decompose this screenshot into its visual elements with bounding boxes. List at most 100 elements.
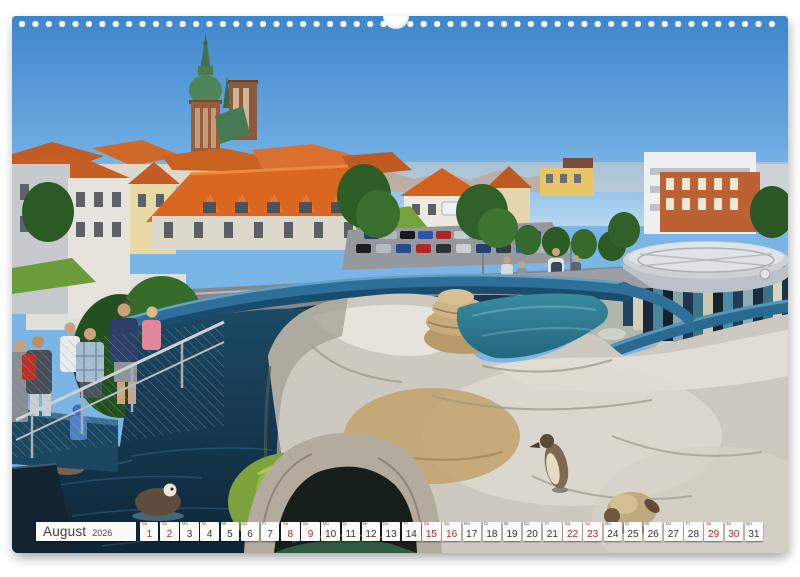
day-strip: Sa1So2Mo3Di4Mi5Do6Fr7Sa8So9Mo10Di11Mi12D…: [140, 522, 763, 541]
day-number: 13: [382, 529, 400, 540]
day-weekday-label: Sa: [283, 522, 288, 526]
day-cell: Di 18: [483, 522, 501, 541]
product-backdrop: { "calendar_page": { "month": "August", …: [0, 0, 800, 577]
day-cell: So 30: [725, 522, 743, 541]
day-weekday-label: Sa: [142, 522, 147, 526]
day-number: 31: [745, 529, 763, 540]
day-cell: Fr 7: [261, 522, 279, 541]
day-cell: So 16: [442, 522, 460, 541]
day-number: 19: [503, 529, 521, 540]
day-number: 24: [604, 529, 622, 540]
day-cell: Fr 21: [543, 522, 561, 541]
year-label: 2026: [92, 528, 112, 538]
day-weekday-label: Di: [343, 522, 347, 526]
day-number: 3: [180, 529, 198, 540]
day-weekday-label: Di: [484, 522, 488, 526]
day-number: 22: [563, 529, 581, 540]
day-weekday-label: Do: [666, 522, 671, 526]
day-cell: So 2: [160, 522, 178, 541]
day-number: 27: [664, 529, 682, 540]
day-number: 25: [624, 529, 642, 540]
day-cell: Sa 8: [281, 522, 299, 541]
day-weekday-label: Mo: [323, 522, 329, 526]
day-cell: Mi 19: [503, 522, 521, 541]
day-cell: Fr 14: [402, 522, 420, 541]
month-label: August: [43, 524, 86, 539]
day-weekday-label: Mo: [746, 522, 752, 526]
day-weekday-label: Sa: [565, 522, 570, 526]
day-cell: Sa 22: [563, 522, 581, 541]
day-weekday-label: Fr: [262, 522, 266, 526]
day-number: 10: [321, 529, 339, 540]
day-number: 1: [140, 529, 158, 540]
day-weekday-label: Di: [625, 522, 629, 526]
day-weekday-label: So: [444, 522, 449, 526]
day-weekday-label: Do: [383, 522, 388, 526]
day-number: 29: [704, 529, 722, 540]
day-cell: Mo 17: [463, 522, 481, 541]
day-cell: Di 4: [200, 522, 218, 541]
day-cell: Sa 1: [140, 522, 158, 541]
day-number: 26: [644, 529, 662, 540]
day-cell: Do 27: [664, 522, 682, 541]
day-cell: Di 25: [624, 522, 642, 541]
day-cell: Di 11: [342, 522, 360, 541]
day-cell: Sa 29: [704, 522, 722, 541]
day-number: 11: [342, 529, 360, 540]
day-cell: So 9: [301, 522, 319, 541]
day-cell: Sa 15: [422, 522, 440, 541]
day-cell: Do 6: [241, 522, 259, 541]
day-weekday-label: Fr: [545, 522, 549, 526]
day-weekday-label: Di: [202, 522, 206, 526]
day-weekday-label: Fr: [686, 522, 690, 526]
day-number: 18: [483, 529, 501, 540]
day-number: 9: [301, 529, 319, 540]
day-weekday-label: So: [585, 522, 590, 526]
day-number: 17: [463, 529, 481, 540]
day-cell: Mo 24: [604, 522, 622, 541]
day-cell: Do 20: [523, 522, 541, 541]
day-weekday-label: So: [162, 522, 167, 526]
day-weekday-label: Mo: [182, 522, 188, 526]
day-number: 20: [523, 529, 541, 540]
day-weekday-label: Mi: [222, 522, 226, 526]
day-cell: Mo 3: [180, 522, 198, 541]
day-weekday-label: So: [726, 522, 731, 526]
day-weekday-label: Fr: [404, 522, 408, 526]
day-weekday-label: Mo: [464, 522, 470, 526]
day-number: 15: [422, 529, 440, 540]
day-cell: Fr 28: [684, 522, 702, 541]
day-cell: Do 13: [382, 522, 400, 541]
day-weekday-label: Mo: [605, 522, 611, 526]
day-number: 2: [160, 529, 178, 540]
day-cell: So 23: [583, 522, 601, 541]
day-cell: Mi 26: [644, 522, 662, 541]
day-weekday-label: Mi: [363, 522, 367, 526]
day-weekday-label: Mi: [504, 522, 508, 526]
day-cell: Mi 12: [362, 522, 380, 541]
day-weekday-label: So: [303, 522, 308, 526]
day-number: 21: [543, 529, 561, 540]
day-weekday-label: Sa: [424, 522, 429, 526]
day-weekday-label: Do: [524, 522, 529, 526]
day-weekday-label: Sa: [706, 522, 711, 526]
day-cell: Mo 31: [745, 522, 763, 541]
day-number: 7: [261, 529, 279, 540]
month-box: August 2026: [36, 522, 136, 541]
day-number: 5: [221, 529, 239, 540]
day-weekday-label: Do: [242, 522, 247, 526]
day-number: 23: [583, 529, 601, 540]
day-number: 30: [725, 529, 743, 540]
day-number: 14: [402, 529, 420, 540]
calendar-photo: [12, 16, 788, 553]
day-number: 12: [362, 529, 380, 540]
day-number: 16: [442, 529, 460, 540]
day-number: 6: [241, 529, 259, 540]
day-cell: Mo 10: [321, 522, 339, 541]
calendar-page: August 2026 Sa1So2Mo3Di4Mi5Do6Fr7Sa8So9M…: [12, 16, 788, 553]
day-cell: Mi 5: [221, 522, 239, 541]
day-number: 28: [684, 529, 702, 540]
day-weekday-label: Mi: [645, 522, 649, 526]
day-number: 8: [281, 529, 299, 540]
day-number: 4: [200, 529, 218, 540]
